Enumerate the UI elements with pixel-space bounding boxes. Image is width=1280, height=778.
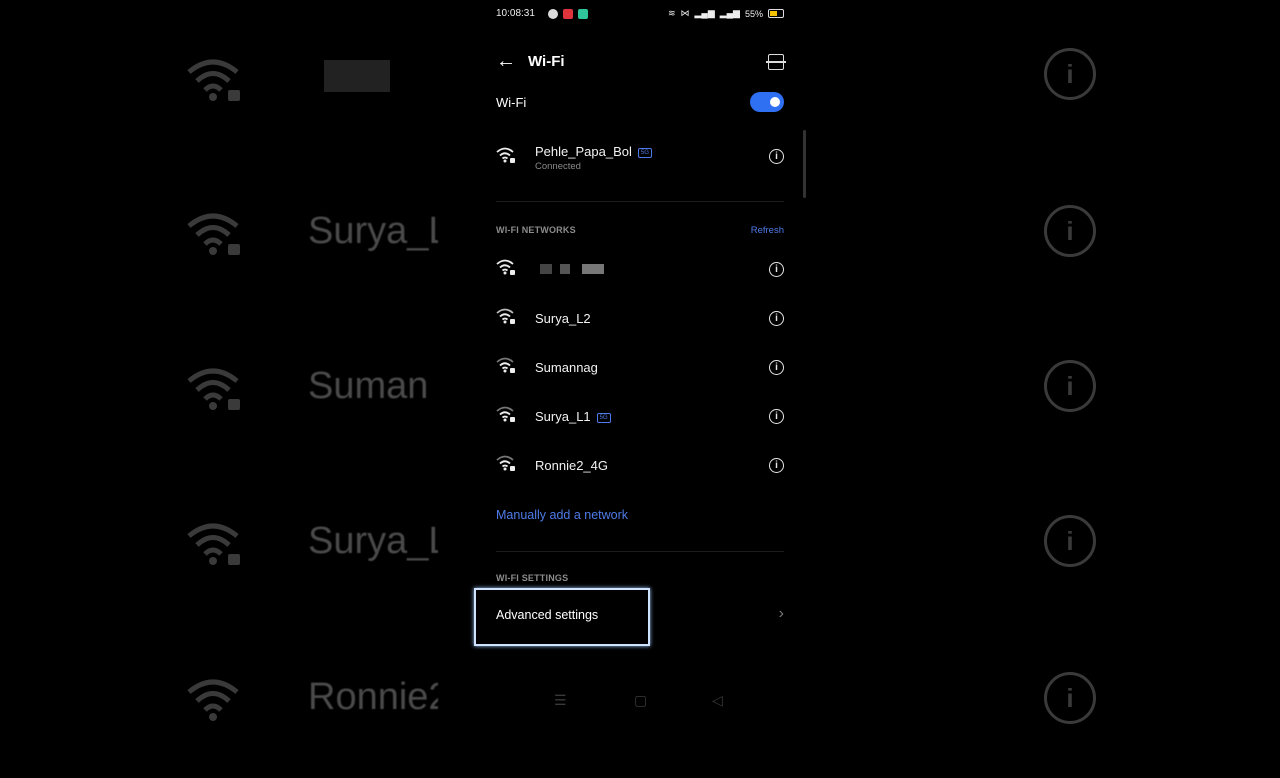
battery-icon [768,9,784,18]
info-icon[interactable]: i [769,409,784,424]
wifi-toggle-row[interactable]: Wi-Fi [496,92,784,114]
info-icon[interactable]: i [769,311,784,326]
network-item[interactable]: Surya_L2 i [496,299,784,339]
wifi-lock-icon [496,147,515,163]
network-item[interactable]: Ronnie2_4G i [496,446,784,486]
bg-info-icon: i [1044,205,1096,257]
home-nav-icon[interactable]: ▢ [634,692,647,709]
qr-scan-icon[interactable] [766,54,786,70]
wifi-lock-icon [496,357,515,373]
wifi-toggle-label: Wi-Fi [496,95,527,110]
status-right-icons: ≋ ⋈ ▂▄▆ ▂▄▆ 55% [668,8,784,19]
menu-nav-icon[interactable]: ☰ [554,692,567,709]
bg-redacted-block [324,60,390,92]
advanced-settings-row[interactable]: Advanced settings › [474,588,784,646]
bg-info-icon: i [1044,48,1096,100]
status-time: 10:08:31 [496,8,535,19]
bg-network-name: Suman [308,365,429,407]
redacted-name-block [560,264,570,274]
connection-status: Connected [535,161,581,172]
wifi-lock-icon [496,308,515,324]
redacted-name-block [582,264,604,274]
wifi-lock-icon [496,455,515,471]
divider [496,551,784,552]
network-name: Sumannag [535,360,598,375]
phone-screen: 10:08:31 ≋ ⋈ ▂▄▆ ▂▄▆ 55% ← Wi-Fi Wi-Fi P… [474,0,806,720]
back-nav-icon[interactable]: ◁ [712,692,723,709]
network-item[interactable]: i [496,250,784,290]
status-bar: 10:08:31 ≋ ⋈ ▂▄▆ ▂▄▆ 55% [496,8,784,22]
5g-badge: 5G [596,412,611,423]
wifi-settings-header: WI-FI SETTINGS [496,573,569,583]
system-nav-bar: ☰ ▢ ◁ [474,692,806,708]
manually-add-network-link[interactable]: Manually add a network [496,508,628,522]
app-header: ← Wi-Fi [496,50,786,74]
wifi-toggle-switch[interactable] [750,92,784,112]
scrollbar[interactable] [803,130,806,198]
bg-info-icon: i [1044,360,1096,412]
bg-wifi-lock-icon [187,368,240,410]
info-icon[interactable]: i [769,149,784,164]
bg-info-icon: i [1044,515,1096,567]
network-name: Pehle_Papa_Bol 5G [535,144,652,159]
refresh-link[interactable]: Refresh [751,225,784,236]
bg-wifi-lock-icon [187,523,240,565]
advanced-settings-label: Advanced settings [496,608,599,622]
wifi-lock-icon [496,406,515,422]
network-name: Surya_L1 5G [535,409,611,424]
page-title: Wi-Fi [528,53,565,70]
bg-network-name: Ronnie2 [308,676,438,718]
notification-icons [548,9,588,19]
signal-icon: ▂▄▆ [694,8,715,18]
network-name: Surya_L2 [535,311,591,326]
info-icon[interactable]: i [769,262,784,277]
wifi-lock-icon [496,259,515,275]
network-name: Ronnie2_4G [535,458,608,473]
info-icon[interactable]: i [769,458,784,473]
chevron-right-icon: › [778,605,784,622]
notification-red-icon [563,9,573,19]
battery-percent: 55% [744,8,763,19]
bg-wifi-lock-icon [187,213,240,255]
back-arrow-icon[interactable]: ← [496,50,516,72]
bg-wifi-lock-icon [187,59,240,101]
divider [496,201,784,202]
notification-green-icon [578,9,588,19]
bg-wifi-lock-icon [187,679,239,721]
wifi-networks-header: WI-FI NETWORKS [496,225,576,235]
whatsapp-icon [548,9,558,19]
bg-network-name: Surya_L [308,210,438,252]
network-item[interactable]: Surya_L1 5G i [496,397,784,437]
info-icon[interactable]: i [769,360,784,375]
redacted-name-block [540,264,552,274]
wifi-status-icon: ≋ [667,8,676,18]
vowifi-icon: ⋈ [680,8,690,18]
bg-network-name: Surya_L [308,520,438,562]
bg-info-icon: i [1044,672,1096,724]
connected-network[interactable]: Pehle_Papa_Bol 5G Connected i [496,138,784,178]
5g-badge: 5G [637,147,652,158]
network-item[interactable]: Sumannag i [496,348,784,388]
signal-2-icon: ▂▄▆ [719,8,740,18]
